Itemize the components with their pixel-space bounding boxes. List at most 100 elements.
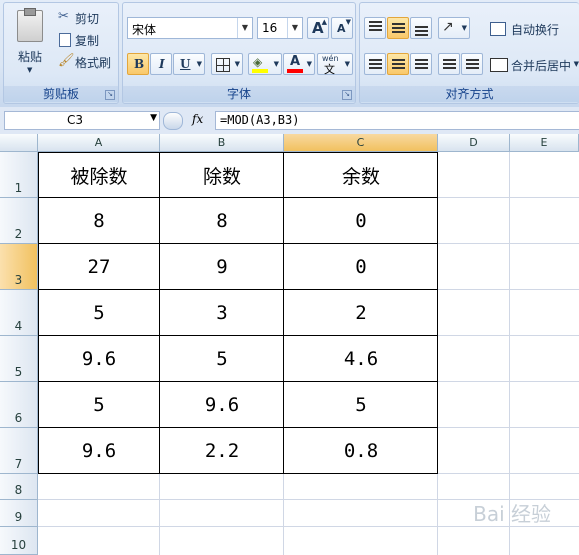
alignment-group: ↗ ▼ 自动换行 合并后居中 ▼ 对齐方式 (359, 2, 579, 104)
align-top-button[interactable] (364, 17, 386, 39)
shrink-font-button[interactable]: A ▼ (331, 17, 353, 39)
cell-c1[interactable]: 余数 (284, 152, 438, 198)
cell-b6[interactable]: 9.6 (160, 382, 284, 428)
formula-input[interactable]: =MOD(A3,B3) (215, 111, 579, 130)
increase-indent-icon (466, 59, 479, 70)
cell-a6[interactable]: 5 (38, 382, 160, 428)
orientation-button[interactable]: ↗ ▼ (438, 17, 470, 39)
fill-bucket-icon: ◈ (253, 55, 263, 69)
grow-arrow-icon: ▲ (321, 18, 327, 26)
name-box[interactable]: C3 ▼ (4, 111, 160, 130)
shrink-arrow-icon: ▼ (345, 18, 351, 26)
chevron-down-icon: ▼ (196, 60, 202, 68)
bold-label: B (134, 57, 145, 71)
cell-c5[interactable]: 4.6 (284, 336, 438, 382)
copy-icon (59, 33, 71, 47)
align-left-button[interactable] (364, 53, 386, 75)
copy-button[interactable]: 复制 (54, 29, 116, 48)
cell-c6[interactable]: 5 (284, 382, 438, 428)
align-center-icon (392, 59, 405, 70)
column-header-e[interactable]: E (510, 134, 579, 152)
row-header-10[interactable]: 10 (0, 527, 38, 555)
cell-b5[interactable]: 5 (160, 336, 284, 382)
font-color-button[interactable]: A ▼ (283, 53, 315, 75)
decrease-indent-icon (443, 59, 456, 70)
cell-c2[interactable]: 0 (284, 198, 438, 244)
increase-indent-button[interactable] (461, 53, 483, 75)
chevron-down-icon: ▼ (237, 18, 252, 38)
orientation-icon: ↗ (442, 19, 454, 35)
chevron-down-icon: ▼ (287, 18, 302, 38)
cell-a2[interactable]: 8 (38, 198, 160, 244)
phonetic-icon: 文 (324, 63, 335, 76)
cell-a5[interactable]: 9.6 (38, 336, 160, 382)
cell-a7[interactable]: 9.6 (38, 428, 160, 474)
cell-c4[interactable]: 2 (284, 290, 438, 336)
grow-font-button[interactable]: A ▲ (307, 17, 329, 39)
cell-c7[interactable]: 0.8 (284, 428, 438, 474)
format-painter-button[interactable]: 🖌 格式刷 (54, 51, 116, 70)
format-painter-label: 格式刷 (75, 56, 112, 70)
cell-b1[interactable]: 除数 (160, 152, 284, 198)
bold-button[interactable]: B (127, 53, 149, 75)
formula-bar-splitter[interactable] (163, 112, 183, 130)
align-middle-button[interactable] (387, 17, 409, 39)
fill-color-button[interactable]: ◈ ▼ (248, 53, 282, 75)
paste-icon (17, 8, 43, 42)
fx-icon[interactable]: fx (192, 112, 203, 126)
chevron-down-icon: ▼ (573, 60, 579, 68)
align-right-icon (415, 59, 428, 70)
dialog-launcher-icon[interactable]: ↘ (105, 90, 115, 100)
cell-a3[interactable]: 27 (38, 244, 160, 290)
cell-b4[interactable]: 3 (160, 290, 284, 336)
row-header-2[interactable]: 2 (0, 198, 38, 244)
font-family-select[interactable]: 宋体 ▼ (127, 17, 253, 39)
clipboard-group-label: 剪贴板 (4, 86, 118, 102)
align-bottom-icon (415, 26, 428, 36)
shrink-font-label: A (337, 22, 346, 35)
column-header-a[interactable]: A (38, 134, 160, 152)
align-top-icon (369, 21, 382, 31)
align-bottom-button[interactable] (410, 17, 432, 39)
wrap-text-button[interactable]: 自动换行 (486, 17, 576, 39)
borders-button[interactable]: ▼ (211, 53, 243, 75)
cell-b7[interactable]: 2.2 (160, 428, 284, 474)
formula-bar: C3 ▼ fx =MOD(A3,B3) (0, 107, 579, 135)
italic-button[interactable]: I (150, 53, 172, 75)
wrap-text-icon (490, 22, 506, 36)
column-header-c[interactable]: C (284, 134, 438, 152)
row-header-9[interactable]: 9 (0, 500, 38, 527)
cell-b2[interactable]: 8 (160, 198, 284, 244)
underline-button[interactable]: U ▼ (173, 53, 205, 75)
paste-button[interactable]: 粘贴 ▼ (8, 5, 50, 83)
column-header-b[interactable]: B (160, 134, 284, 152)
dialog-launcher-icon[interactable]: ↘ (342, 90, 352, 100)
row-header-6[interactable]: 6 (0, 382, 38, 428)
cell-a1[interactable]: 被除数 (38, 152, 160, 198)
cut-button[interactable]: ✂ 剪切 (54, 7, 116, 26)
font-size-select[interactable]: 16 ▼ (257, 17, 303, 39)
column-header-d[interactable]: D (438, 134, 510, 152)
cell-a4[interactable]: 5 (38, 290, 160, 336)
copy-label: 复制 (75, 34, 100, 48)
merge-center-icon (490, 58, 508, 72)
phonetic-button[interactable]: wén 文 ▼ (317, 53, 353, 76)
row-header-5[interactable]: 5 (0, 336, 38, 382)
row-header-8[interactable]: 8 (0, 474, 38, 500)
font-size-value: 16 (262, 21, 278, 35)
font-color-icon: A (290, 54, 301, 69)
align-right-button[interactable] (410, 53, 432, 75)
cell-c3[interactable]: 0 (284, 244, 438, 290)
cell-b3[interactable]: 9 (160, 244, 284, 290)
row-header-1[interactable]: 1 (0, 152, 38, 198)
chevron-down-icon: ▼ (27, 66, 33, 74)
select-all-corner[interactable] (0, 134, 38, 152)
row-header-7[interactable]: 7 (0, 428, 38, 474)
alignment-group-label: 对齐方式 (360, 86, 579, 102)
clipboard-group: 粘贴 ▼ ✂ 剪切 复制 🖌 格式刷 剪贴板 ↘ (3, 2, 119, 104)
merge-center-button[interactable]: 合并后居中 ▼ (486, 53, 579, 75)
decrease-indent-button[interactable] (438, 53, 460, 75)
align-center-button[interactable] (387, 53, 409, 75)
row-header-4[interactable]: 4 (0, 290, 38, 336)
row-header-3[interactable]: 3 (0, 244, 38, 290)
